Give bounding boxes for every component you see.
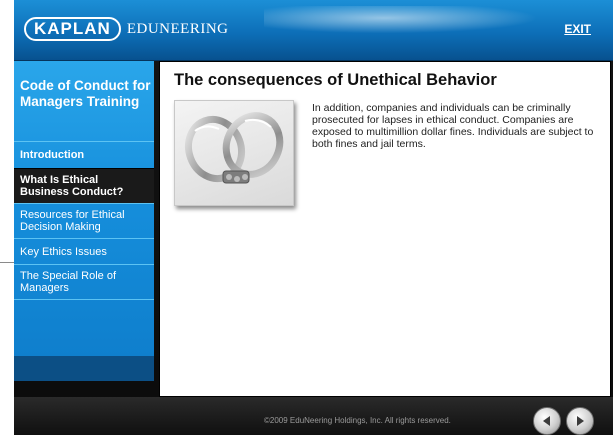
- course-title: Code of Conduct for Managers Training: [20, 78, 151, 109]
- sidebar-item-ethical-business-conduct[interactable]: What Is Ethical Business Conduct?: [14, 168, 154, 203]
- arrow-left-icon: [543, 416, 550, 426]
- sidebar-item-label: Introduction: [20, 149, 85, 161]
- logo-kaplan-text: KAPLAN: [24, 17, 121, 41]
- sidebar-item-label: What Is Ethical Business Conduct?: [20, 174, 124, 198]
- sidebar-footer: [14, 356, 154, 381]
- sidebar-item-label: Resources for Ethical Decision Making: [20, 209, 125, 233]
- copyright-text: ©2009 EduNeering Holdings, Inc. All righ…: [264, 416, 451, 425]
- sidebar-nav: Introduction What Is Ethical Business Co…: [14, 141, 154, 300]
- sidebar-item-label: The Special Role of Managers: [20, 270, 116, 294]
- kaplan-eduneering-logo: KAPLAN EDUNEERING: [24, 17, 229, 41]
- sidebar-item-resources[interactable]: Resources for Ethical Decision Making: [14, 203, 154, 238]
- arrow-right-icon: [577, 416, 584, 426]
- next-button[interactable]: [566, 407, 594, 435]
- sidebar-item-label: Key Ethics Issues: [20, 245, 107, 258]
- sidebar: Code of Conduct for Managers Training In…: [14, 61, 154, 356]
- handcuffs-icon: [185, 112, 284, 184]
- previous-button[interactable]: [533, 407, 561, 435]
- exit-link[interactable]: EXIT: [564, 22, 591, 36]
- page-divider: [0, 262, 14, 263]
- footer-bar: ©2009 EduNeering Holdings, Inc. All righ…: [14, 397, 613, 435]
- page-title: The consequences of Unethical Behavior: [174, 71, 497, 89]
- sidebar-item-key-ethics-issues[interactable]: Key Ethics Issues: [14, 238, 154, 264]
- handcuffs-photo: [174, 100, 294, 206]
- sidebar-item-special-role[interactable]: The Special Role of Managers: [14, 264, 154, 300]
- course-player: KAPLAN EDUNEERING EXIT Code of Conduct f…: [14, 0, 613, 435]
- sidebar-item-introduction[interactable]: Introduction: [14, 141, 154, 168]
- content-panel: The consequences of Unethical Behavior I…: [159, 61, 611, 397]
- header-glow: [264, 6, 564, 36]
- header-bar: KAPLAN EDUNEERING EXIT: [14, 0, 613, 61]
- body-text: In addition, companies and individuals c…: [312, 102, 594, 150]
- logo-eduneering-text: EDUNEERING: [126, 20, 229, 37]
